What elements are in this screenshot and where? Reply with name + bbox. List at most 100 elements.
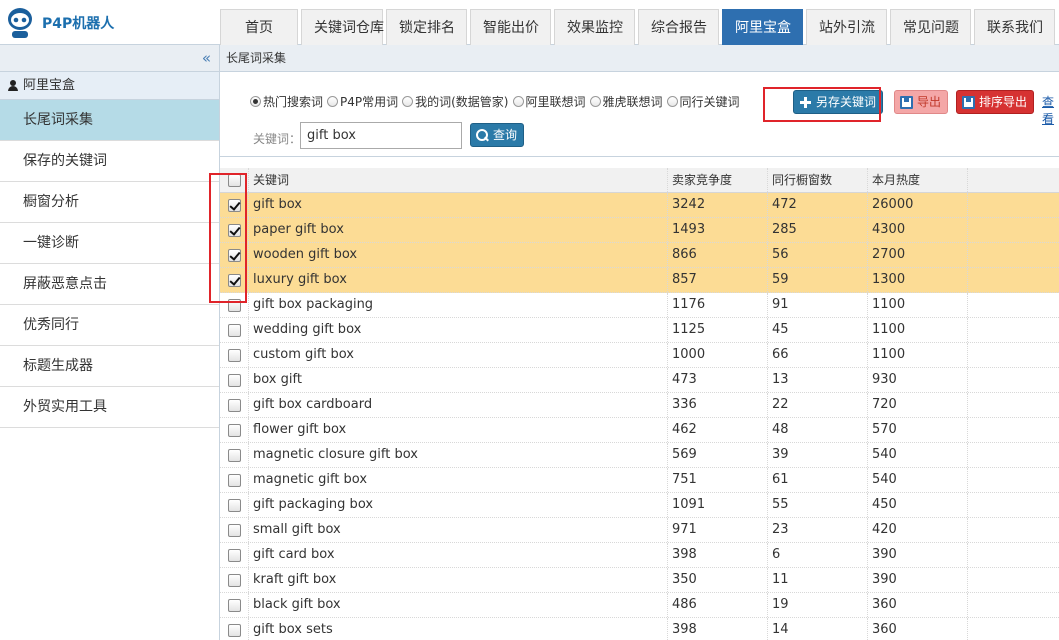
table-row[interactable]: kraft gift box 350 11 390 xyxy=(220,568,1059,593)
plus-icon xyxy=(799,96,812,109)
radio-my-words[interactable]: 我的词(数据管家) xyxy=(402,93,509,110)
radio-dot[interactable] xyxy=(589,96,601,107)
row-checkbox[interactable] xyxy=(227,323,241,337)
radio-ali-suggest[interactable]: 阿里联想词 xyxy=(512,93,586,110)
table-row[interactable]: wooden gift box 866 56 2700 xyxy=(220,243,1059,268)
table-row[interactable]: custom gift box 1000 66 1100 xyxy=(220,343,1059,368)
radio-dot[interactable] xyxy=(250,96,261,107)
row-checkbox[interactable] xyxy=(227,473,241,487)
header-heat[interactable]: 本月热度 xyxy=(868,168,968,192)
row-checkbox[interactable] xyxy=(227,348,241,362)
nav-tab-keyword-warehouse[interactable]: 关键词仓库 xyxy=(301,9,384,45)
radio-hot-search[interactable]: 热门搜索词 xyxy=(250,93,323,110)
sidebar-item-title-generator[interactable]: 标题生成器 xyxy=(0,346,219,387)
table-row[interactable]: luxury gift box 857 59 1300 xyxy=(220,268,1059,293)
table-row[interactable]: gift box sets 398 14 360 xyxy=(220,618,1059,640)
competition-cell: 1091 xyxy=(668,493,768,517)
nav-tab-smart-bidding[interactable]: 智能出价 xyxy=(470,9,551,45)
row-checkbox[interactable] xyxy=(227,223,241,237)
table-row[interactable]: black gift box 486 19 360 xyxy=(220,593,1059,618)
sidebar-item-peers[interactable]: 优秀同行 xyxy=(0,305,219,346)
sidebar-item-saved-keywords[interactable]: 保存的关键词 xyxy=(0,141,219,182)
table-row[interactable]: magnetic closure gift box 569 39 540 xyxy=(220,443,1059,468)
table-row[interactable]: wedding gift box 1125 45 1100 xyxy=(220,318,1059,343)
sidebar-item-trade-tools[interactable]: 外贸实用工具 xyxy=(0,387,219,428)
row-checkbox-cell xyxy=(220,218,249,242)
save-keywords-button[interactable]: 另存关键词 xyxy=(793,90,884,114)
search-icon xyxy=(476,128,489,142)
sidebar-item-longtail[interactable]: 长尾词采集 xyxy=(0,100,219,141)
row-checkbox[interactable] xyxy=(227,623,241,637)
nav-tab-ali-box[interactable]: 阿里宝盒 xyxy=(722,9,803,45)
nav-tab-home[interactable]: 首页 xyxy=(220,9,298,45)
select-all-checkbox[interactable] xyxy=(227,173,241,187)
table-row[interactable]: flower gift box 462 48 570 xyxy=(220,418,1059,443)
nav-tab-report[interactable]: 综合报告 xyxy=(638,9,719,45)
export-button[interactable]: 导出 xyxy=(894,90,949,114)
radio-peer-keywords[interactable]: 同行关键词 xyxy=(666,93,740,110)
sort-export-button[interactable]: 排序导出 xyxy=(956,90,1035,114)
table-row[interactable]: gift box 3242 472 26000 xyxy=(220,193,1059,218)
keyword-cell: magnetic closure gift box xyxy=(249,443,668,467)
header-windows[interactable]: 同行橱窗数 xyxy=(768,168,868,192)
keyword-cell: gift box cardboard xyxy=(249,393,668,417)
table-row[interactable]: small gift box 971 23 420 xyxy=(220,518,1059,543)
table-row[interactable]: magnetic gift box 751 61 540 xyxy=(220,468,1059,493)
row-checkbox[interactable] xyxy=(227,423,241,437)
header-competition[interactable]: 卖家竞争度 xyxy=(668,168,768,192)
keyword-input[interactable] xyxy=(300,122,462,149)
table-body: gift box 3242 472 26000 paper gift box 1493 28… xyxy=(220,193,1059,640)
nav-tab-effect-monitor[interactable]: 效果监控 xyxy=(554,9,635,45)
row-checkbox[interactable] xyxy=(227,373,241,387)
row-checkbox[interactable] xyxy=(227,523,241,537)
keyword-cell: black gift box xyxy=(249,593,668,617)
row-checkbox[interactable] xyxy=(227,248,241,262)
source-radio-group: 热门搜索词 P4P常用词 我的词(数据管家) 阿里联想词 雅虎联想词 同行关键词 xyxy=(250,93,744,110)
table-row[interactable]: box gift 473 13 930 xyxy=(220,368,1059,393)
table-row[interactable]: gift card box 398 6 390 xyxy=(220,543,1059,568)
radio-dot[interactable] xyxy=(666,96,678,107)
row-checkbox[interactable] xyxy=(227,448,241,462)
row-checkbox[interactable] xyxy=(227,498,241,512)
nav-tab-faq[interactable]: 常见问题 xyxy=(890,9,971,45)
row-checkbox[interactable] xyxy=(227,573,241,587)
row-checkbox-cell xyxy=(220,243,249,267)
radio-dot[interactable] xyxy=(512,96,524,107)
row-checkbox[interactable] xyxy=(227,548,241,562)
table-row[interactable]: gift box cardboard 336 22 720 xyxy=(220,393,1059,418)
competition-cell: 857 xyxy=(668,268,768,292)
competition-cell: 971 xyxy=(668,518,768,542)
user-icon xyxy=(8,80,18,91)
search-button[interactable]: 查询 xyxy=(470,123,525,147)
collapse-icon[interactable]: « xyxy=(202,49,211,67)
windows-cell: 14 xyxy=(768,618,868,640)
windows-cell: 91 xyxy=(768,293,868,317)
sidebar-item-block-clicks[interactable]: 屏蔽恶意点击 xyxy=(0,264,219,305)
table-row[interactable]: gift packaging box 1091 55 450 xyxy=(220,493,1059,518)
competition-cell: 751 xyxy=(668,468,768,492)
row-checkbox[interactable] xyxy=(227,598,241,612)
keyword-label: 关键词： xyxy=(253,132,302,146)
sidebar-item-window-analysis[interactable]: 橱窗分析 xyxy=(0,182,219,223)
header-keyword[interactable]: 关键词 xyxy=(249,168,668,192)
table-row[interactable]: paper gift box 1493 285 4300 xyxy=(220,218,1059,243)
radio-p4p-common[interactable]: P4P常用词 xyxy=(327,93,398,110)
nav-tab-contact[interactable]: 联系我们 xyxy=(974,9,1055,45)
row-checkbox[interactable] xyxy=(227,398,241,412)
table-row[interactable]: gift box packaging 1176 91 1100 xyxy=(220,293,1059,318)
row-checkbox[interactable] xyxy=(227,273,241,287)
app-logo[interactable]: P4P机器人 xyxy=(6,7,114,39)
radio-dot[interactable] xyxy=(402,96,414,107)
competition-cell: 462 xyxy=(668,418,768,442)
keyword-cell: gift box packaging xyxy=(249,293,668,317)
sidebar-item-diagnosis[interactable]: 一键诊断 xyxy=(0,223,219,264)
radio-yahoo-suggest[interactable]: 雅虎联想词 xyxy=(589,93,663,110)
nav-tab-lock-ranking[interactable]: 锁定排名 xyxy=(386,9,467,45)
view-link[interactable]: 查看 xyxy=(1042,93,1059,127)
nav-tab-offsite-traffic[interactable]: 站外引流 xyxy=(806,9,887,45)
row-checkbox[interactable] xyxy=(227,198,241,212)
radio-dot[interactable] xyxy=(327,96,339,107)
row-checkbox[interactable] xyxy=(227,298,241,312)
windows-cell: 61 xyxy=(768,468,868,492)
competition-cell: 486 xyxy=(668,593,768,617)
